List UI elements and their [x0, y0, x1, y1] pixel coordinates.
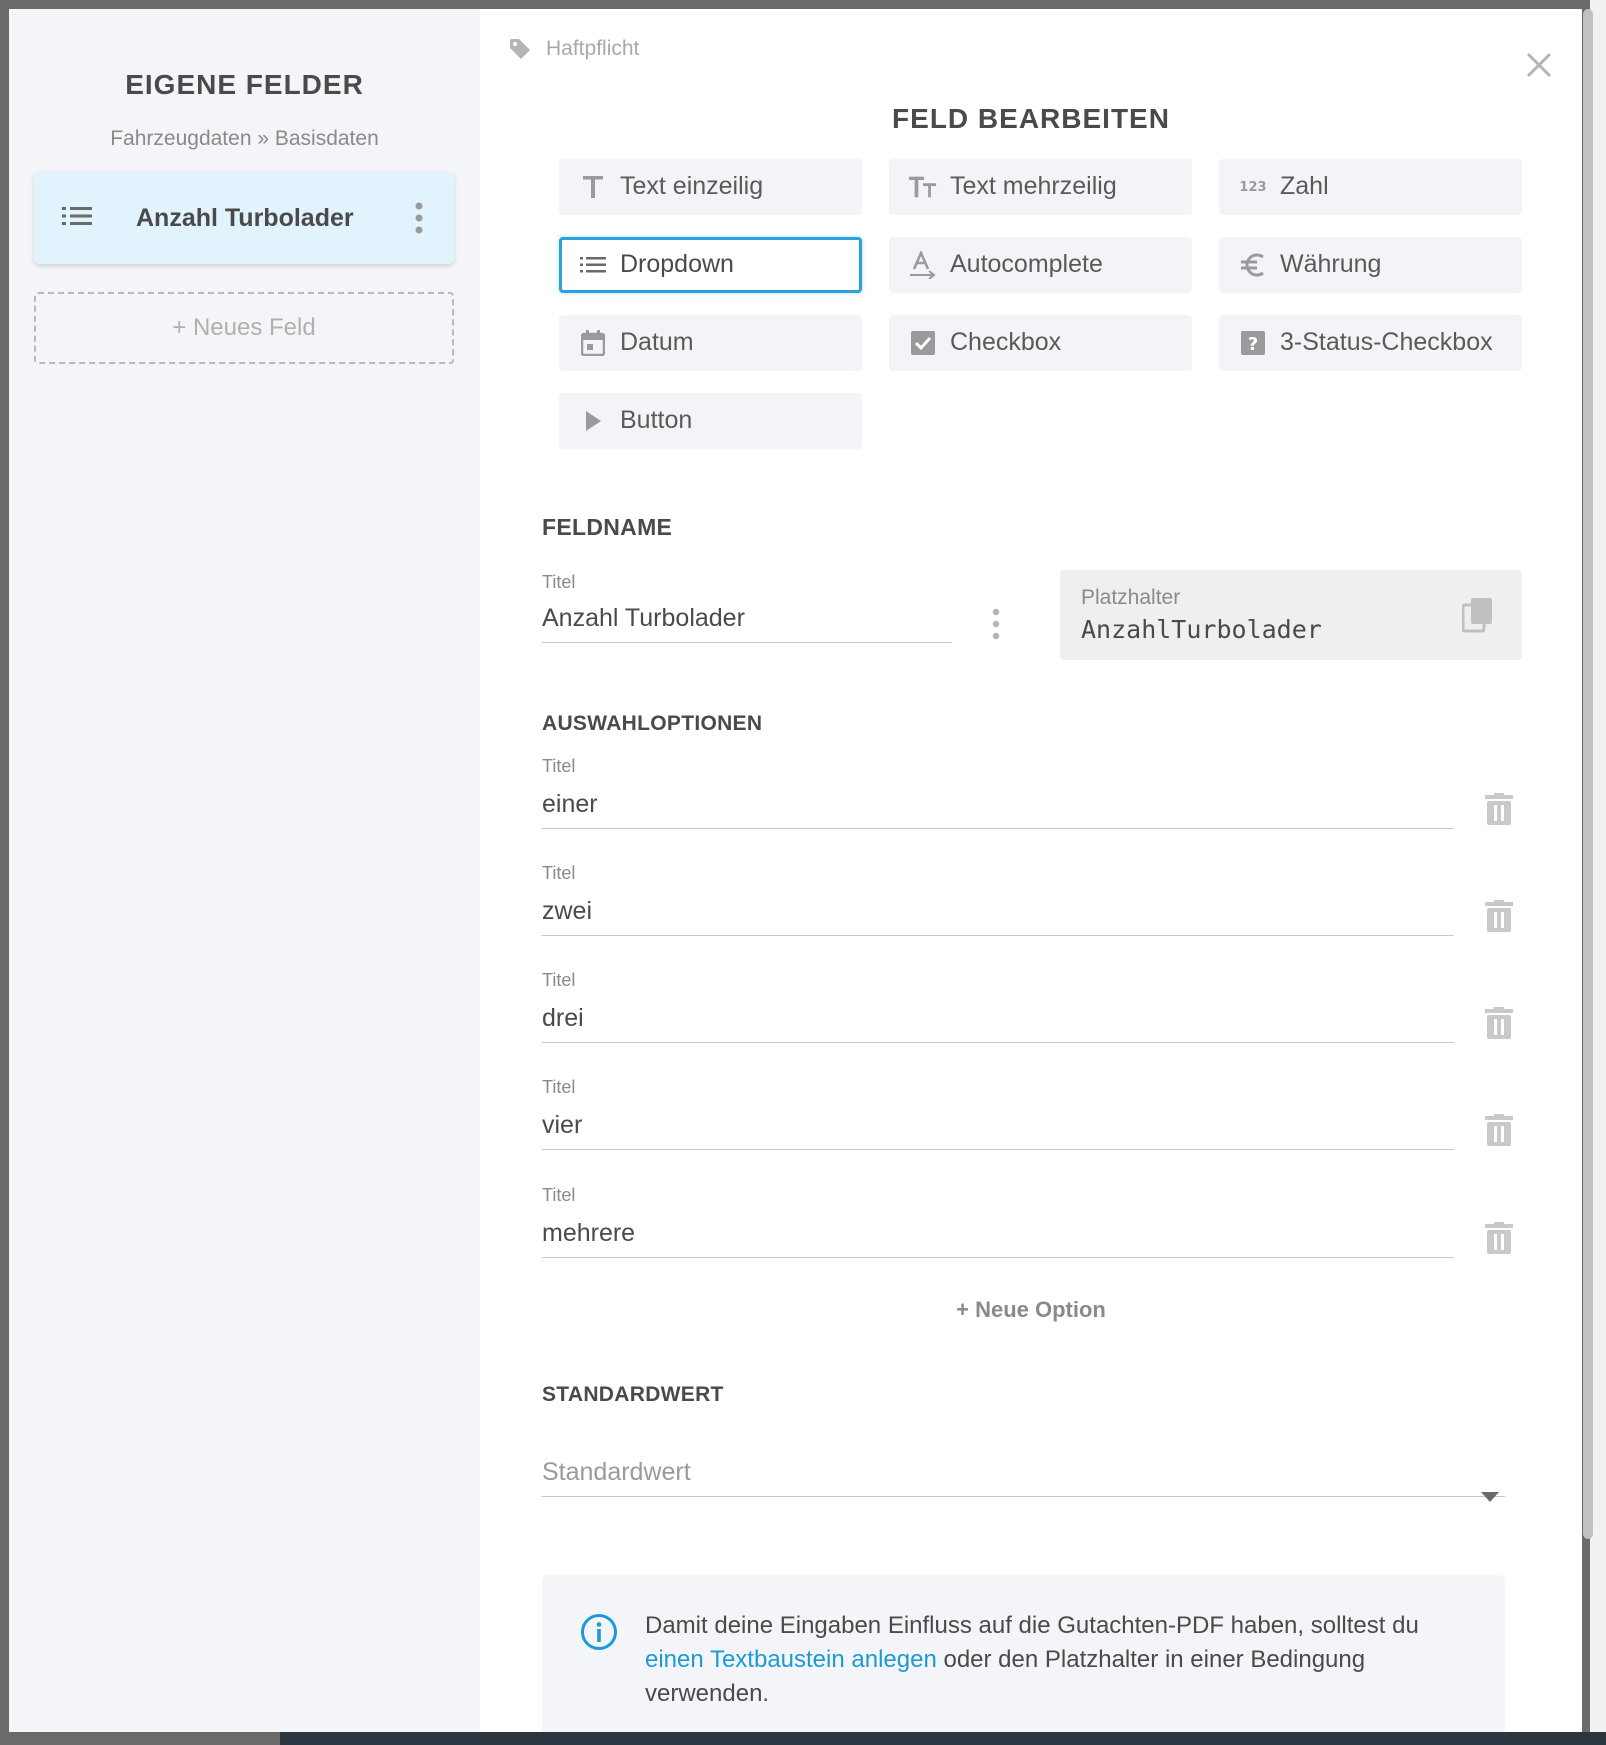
- type-label: Checkbox: [950, 328, 1062, 356]
- type-currency-button[interactable]: Währung: [1219, 237, 1522, 293]
- text-multiline-icon: [909, 173, 937, 201]
- copy-icon[interactable]: [1461, 597, 1494, 638]
- info-icon: [580, 1613, 618, 1656]
- new-option-button[interactable]: + Neue Option: [480, 1297, 1582, 1323]
- type-label: Autocomplete: [950, 250, 1103, 278]
- type-label: Text mehrzeilig: [950, 172, 1117, 200]
- type-checkbox-button[interactable]: Checkbox: [889, 315, 1192, 371]
- default-value-placeholder: Standardwert: [542, 1458, 691, 1486]
- edit-field-modal: EIGENE FELDER Fahrzeugdaten » Basisdaten…: [9, 9, 1582, 1732]
- default-value-select[interactable]: Standardwert: [542, 1447, 1505, 1502]
- checkbox-icon: [909, 329, 937, 357]
- close-button[interactable]: [1525, 51, 1553, 84]
- option-label: Titel: [542, 756, 576, 776]
- default-value-heading: STANDARDWERT: [542, 1383, 724, 1406]
- field-card-label: Anzahl Turbolader: [136, 204, 354, 232]
- field-editor: Haftpflicht FELD BEARBEITEN Text einzeil…: [480, 9, 1582, 1732]
- placeholder-label: Platzhalter: [1081, 586, 1181, 609]
- info-box: Damit deine Eingaben Einfluss auf die Gu…: [542, 1575, 1505, 1732]
- calendar-icon: [579, 329, 607, 357]
- fieldname-heading: FELDNAME: [542, 514, 673, 540]
- type-tristate-button[interactable]: ? 3-Status-Checkbox: [1219, 315, 1522, 371]
- type-label: Button: [620, 406, 693, 434]
- type-button-button[interactable]: Button: [559, 393, 862, 449]
- fields-sidebar: EIGENE FELDER Fahrzeugdaten » Basisdaten…: [9, 9, 480, 1732]
- textbaustein-link[interactable]: einen Textbaustein anlegen: [645, 1646, 937, 1673]
- more-vertical-icon[interactable]: [991, 608, 1001, 645]
- option-input[interactable]: zwei: [542, 892, 1454, 936]
- autocomplete-icon: [909, 251, 937, 279]
- more-vertical-icon[interactable]: [414, 202, 424, 239]
- trash-icon[interactable]: [1485, 1222, 1513, 1259]
- type-date-button[interactable]: Datum: [559, 315, 862, 371]
- type-label: Text einzeilig: [620, 172, 764, 200]
- play-icon: [579, 407, 607, 435]
- breadcrumb: Fahrzeugdaten » Basisdaten: [110, 127, 379, 150]
- field-card-active[interactable]: Anzahl Turbolader: [34, 172, 454, 264]
- trash-icon[interactable]: [1485, 793, 1513, 830]
- type-label: Dropdown: [620, 250, 734, 278]
- svg-text:?: ?: [1248, 334, 1258, 355]
- option-label: Titel: [542, 970, 576, 990]
- list-icon: [62, 204, 92, 233]
- text-t-icon: [579, 173, 607, 201]
- option-input[interactable]: mehrere: [542, 1214, 1454, 1258]
- option-label: Titel: [542, 1077, 576, 1097]
- type-label: Datum: [620, 328, 694, 356]
- tag-label: Haftpflicht: [546, 37, 640, 60]
- trash-icon[interactable]: [1485, 1114, 1513, 1151]
- euro-icon: [1239, 251, 1267, 279]
- number-123-icon: 123: [1239, 179, 1267, 195]
- tag-icon: [510, 39, 530, 59]
- type-number-button[interactable]: 123 Zahl: [1219, 159, 1522, 215]
- title-input[interactable]: Anzahl Turbolader: [542, 599, 952, 643]
- option-input[interactable]: vier: [542, 1106, 1454, 1150]
- caret-down-icon: [1481, 1469, 1499, 1519]
- options-heading: AUSWAHLOPTIONEN: [542, 712, 763, 735]
- list-icon: [579, 251, 607, 279]
- placeholder-value: AnzahlTurbolader: [1081, 615, 1322, 644]
- type-autocomplete-button[interactable]: Autocomplete: [889, 237, 1192, 293]
- placeholder-box: Platzhalter AnzahlTurbolader: [1060, 570, 1522, 660]
- trash-icon[interactable]: [1485, 1007, 1513, 1044]
- type-dropdown-button[interactable]: Dropdown: [559, 237, 862, 293]
- info-text: Damit deine Eingaben Einfluss auf die Gu…: [645, 1609, 1465, 1711]
- option-input[interactable]: drei: [542, 999, 1454, 1043]
- sidebar-title: EIGENE FELDER: [125, 69, 364, 100]
- tag[interactable]: Haftpflicht: [508, 37, 639, 61]
- type-label: Zahl: [1280, 172, 1329, 200]
- type-label: 3-Status-Checkbox: [1280, 328, 1493, 356]
- close-icon: [1526, 52, 1552, 78]
- info-text-before: Damit deine Eingaben Einfluss auf die Gu…: [645, 1612, 1419, 1639]
- option-label: Titel: [542, 1185, 576, 1205]
- question-box-icon: ?: [1239, 329, 1267, 357]
- type-text-single-button[interactable]: Text einzeilig: [559, 159, 862, 215]
- title-label: Titel: [542, 572, 576, 592]
- new-field-button[interactable]: + Neues Feld: [34, 292, 454, 364]
- scrollbar[interactable]: [1583, 9, 1593, 1539]
- type-text-multi-button[interactable]: Text mehrzeilig: [889, 159, 1192, 215]
- backdrop-bottom-strip: [280, 1732, 1606, 1745]
- option-label: Titel: [542, 863, 576, 883]
- page-title: FELD BEARBEITEN: [892, 103, 1170, 134]
- trash-icon[interactable]: [1485, 900, 1513, 937]
- type-label: Währung: [1280, 250, 1382, 278]
- option-input[interactable]: einer: [542, 785, 1454, 829]
